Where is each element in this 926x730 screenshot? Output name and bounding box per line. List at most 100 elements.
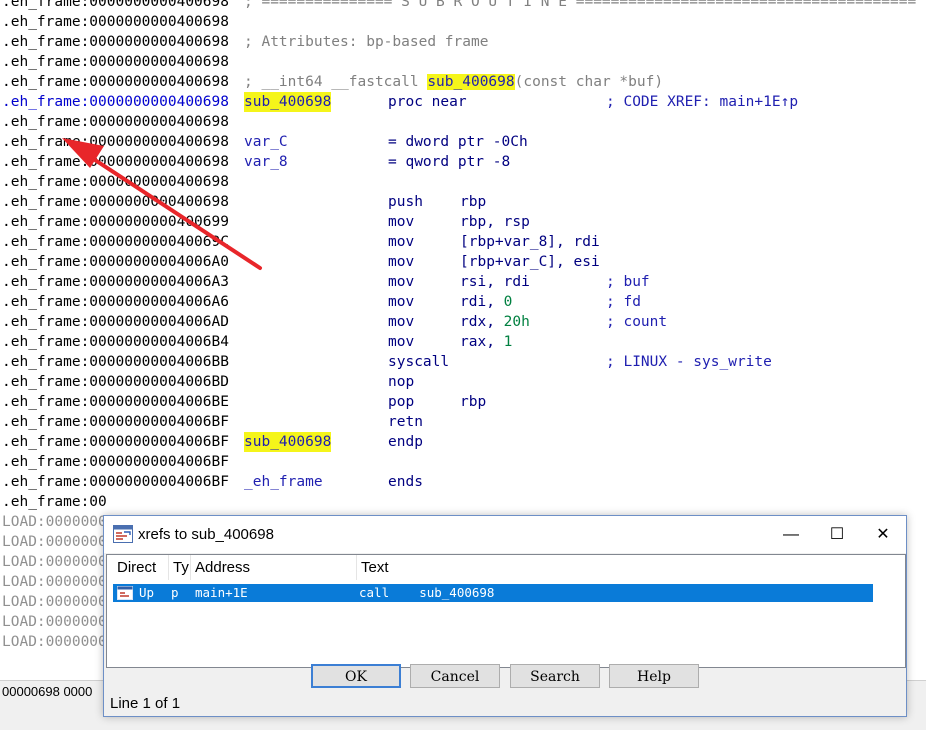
line-operand: rdi, 0 [460,292,512,312]
dialog-title: xrefs to sub_400698 [138,526,274,543]
column-header-type[interactable]: Ty [169,555,191,580]
operand-immediate: 0 [503,294,513,310]
row-text: call sub_400698 [359,585,495,600]
line-comment: ; fd [606,294,641,310]
line-operand: rbp [460,194,487,210]
line-operand: [rbp+var_C], esi [460,254,600,270]
line-address[interactable]: .eh_frame:00000000004006BF [2,472,229,492]
line-mnemonic: mov [388,234,415,250]
line-mnemonic: mov [388,254,415,270]
line-operand: rbp, rsp [460,214,530,230]
column-header-text[interactable]: Text [357,555,873,580]
line-address[interactable]: .eh_frame:000000000040069C [2,232,229,252]
xrefs-app-icon [113,525,133,543]
line-address[interactable]: .eh_frame:0000000000400698 [2,72,229,92]
line-address[interactable]: LOAD:0000000 [2,552,107,572]
line-address[interactable]: LOAD:0000000 [2,572,107,592]
search-button[interactable]: Search [510,664,600,688]
line-address[interactable]: LOAD:0000000 [2,632,107,652]
line-address[interactable]: .eh_frame:0000000000400698 [2,192,229,212]
line-address[interactable]: .eh_frame:0000000000400698 [2,152,229,172]
line-address[interactable]: .eh_frame:0000000000400698 [2,92,229,112]
line-mnemonic: retn [388,414,423,430]
line-address[interactable]: LOAD:0000000 [2,592,107,612]
line-address[interactable]: .eh_frame:00000000004006BE [2,392,229,412]
line-mnemonic: syscall [388,354,450,370]
line-mnemonic: pop [388,394,415,410]
line-address[interactable]: .eh_frame:00000000004006AD [2,312,229,332]
line-address[interactable]: .eh_frame:00 [2,492,107,512]
line-address[interactable]: .eh_frame:00000000004006A0 [2,252,229,272]
line-address[interactable]: .eh_frame:0000000000400698 [2,0,229,12]
line-mnemonic: mov [388,214,415,230]
line-mnemonic: mov [388,274,415,290]
xrefs-table[interactable]: Direct Ty Address Text Up p main+1E call… [106,554,906,668]
line-label[interactable]: sub_400698 [244,432,332,452]
ok-button[interactable]: OK [311,664,401,688]
status-offset: 00000698 0000 [2,684,93,699]
line-mnemonic: ends [388,474,423,490]
dialog-status: Line 1 of 1 [110,695,181,712]
row-type: p [171,585,179,600]
line-address[interactable]: .eh_frame:00000000004006BF [2,432,229,452]
prototype-args: (const char *buf) [514,74,664,90]
operand-register: rax, [460,334,504,350]
operand-immediate: 1 [503,334,513,350]
line-address[interactable]: .eh_frame:00000000004006A6 [2,292,229,312]
line-label[interactable]: var_C [244,132,288,152]
line-comment: ; buf [606,274,650,290]
line-address[interactable]: .eh_frame:0000000000400698 [2,12,229,32]
line-address[interactable]: .eh_frame:00000000004006B4 [2,332,229,352]
row-address: main+1E [195,585,248,600]
line-mnemonic: = qword ptr -8 [388,154,511,170]
column-header-direction[interactable]: Direct [113,555,169,580]
line-address[interactable]: .eh_frame:0000000000400698 [2,132,229,152]
line-mnemonic: mov [388,334,415,350]
line-mnemonic: push [388,194,423,210]
xref-row-icon [117,586,133,600]
line-address[interactable]: .eh_frame:0000000000400698 [2,32,229,52]
prototype-prefix: ; __int64 __fastcall [244,74,428,90]
line-mnemonic: = dword ptr -0Ch [388,134,528,150]
line-comment: ; count [606,314,668,330]
operand-immediate: 20h [503,314,530,330]
line-address[interactable]: .eh_frame:00000000004006BD [2,372,229,392]
line-address[interactable]: .eh_frame:00000000004006A3 [2,272,229,292]
line-address[interactable]: LOAD:0000000 [2,612,107,632]
line-label[interactable]: sub_400698 [244,92,332,112]
prototype-function-name[interactable]: sub_400698 [427,74,515,90]
line-address[interactable]: LOAD:0000000 [2,532,107,552]
column-header-address[interactable]: Address [191,555,357,580]
line-address[interactable]: .eh_frame:00000000004006BB [2,352,229,372]
line-operand: [rbp+var_8], rdi [460,234,600,250]
line-operand: rax, 1 [460,332,512,352]
cancel-button[interactable]: Cancel [410,664,500,688]
function-prototype: ; __int64 __fastcall sub_400698(const ch… [244,72,663,92]
line-mnemonic: mov [388,294,415,310]
line-address[interactable]: .eh_frame:0000000000400698 [2,52,229,72]
line-operand: rbp [460,394,487,410]
xrefs-dialog[interactable]: xrefs to sub_400698 — ☐ ✕ Direct Ty Addr… [103,515,907,717]
line-mnemonic: endp [388,434,423,450]
dialog-titlebar[interactable]: xrefs to sub_400698 — ☐ ✕ [104,516,906,553]
minimize-button[interactable]: — [768,516,814,553]
line-mnemonic: mov [388,314,415,330]
table-row[interactable]: Up p main+1E call sub_400698 [113,584,873,602]
line-address[interactable]: .eh_frame:0000000000400698 [2,172,229,192]
line-address[interactable]: LOAD:0000000 [2,512,107,532]
close-button[interactable]: ✕ [860,516,906,553]
line-comment: ; Attributes: bp-based frame [244,34,489,50]
line-address[interactable]: .eh_frame:0000000000400698 [2,112,229,132]
line-label[interactable]: var_8 [244,152,288,172]
table-header: Direct Ty Address Text [107,555,905,580]
operand-register: rdi, [460,294,504,310]
line-comment: ; LINUX - sys_write [606,354,772,370]
line-label[interactable]: _eh_frame [244,472,323,492]
maximize-button[interactable]: ☐ [814,516,860,553]
help-button[interactable]: Help [609,664,699,688]
line-address[interactable]: .eh_frame:00000000004006BF [2,452,229,472]
line-operand: rsi, rdi [460,274,530,290]
line-address[interactable]: .eh_frame:0000000000400699 [2,212,229,232]
line-comment: ; =============== S U B R O U T I N E ==… [244,0,917,10]
line-address[interactable]: .eh_frame:00000000004006BF [2,412,229,432]
